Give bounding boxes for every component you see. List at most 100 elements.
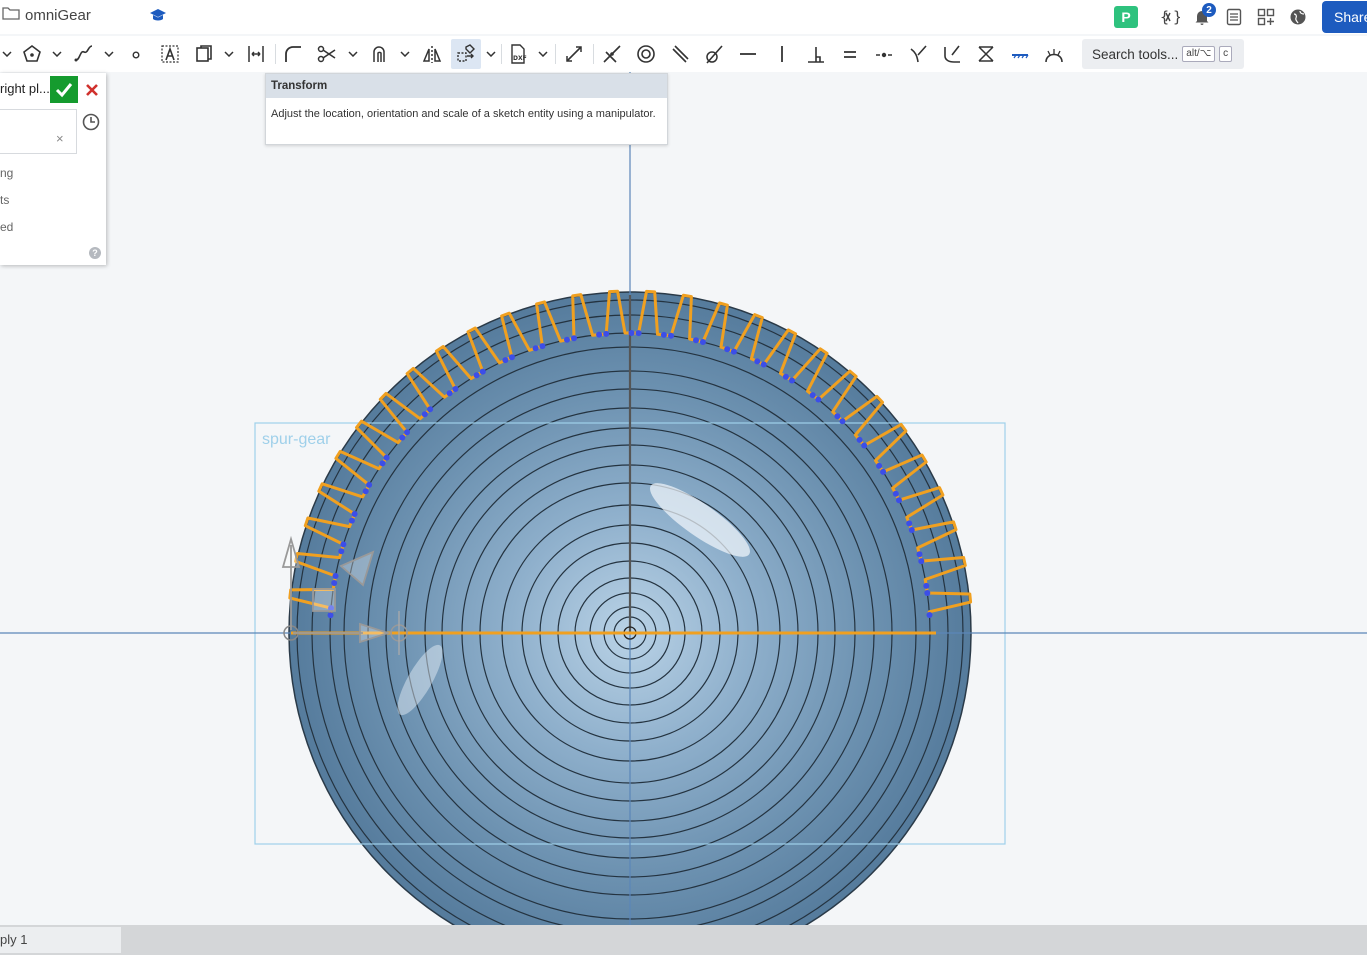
- learning-center-icon[interactable]: [149, 7, 167, 30]
- spline-icon[interactable]: [69, 39, 99, 69]
- toolbar-separator: [555, 44, 556, 64]
- manipulator-scale-handle[interactable]: [312, 588, 336, 612]
- tab-assembly[interactable]: ply 1: [0, 927, 121, 953]
- fillet-icon[interactable]: [278, 39, 308, 69]
- svg-text:}: }: [1173, 8, 1180, 26]
- sketch-point: [571, 335, 577, 342]
- chevron-down-icon[interactable]: [536, 39, 550, 69]
- clear-field-icon[interactable]: ×: [56, 131, 64, 146]
- sketch-point: [479, 368, 486, 375]
- dialog-option[interactable]: ed: [0, 220, 13, 234]
- chevron-down-icon[interactable]: [102, 39, 116, 69]
- chevron-down-icon[interactable]: [398, 39, 412, 69]
- sketch-point: [399, 434, 406, 441]
- sketch-point: [906, 520, 913, 527]
- tangent-icon[interactable]: [699, 39, 729, 69]
- sketch-point: [539, 343, 546, 350]
- horizontal-icon[interactable]: [733, 39, 763, 69]
- sketch-point: [856, 436, 863, 443]
- symmetric-icon[interactable]: [971, 39, 1001, 69]
- notifications-icon[interactable]: 2: [1186, 0, 1218, 34]
- sketch-point: [782, 373, 789, 380]
- sketch-point: [668, 332, 674, 339]
- dialog-option[interactable]: ts: [0, 193, 9, 207]
- search-tools-input[interactable]: Search tools... alt/⌥ c: [1082, 39, 1244, 69]
- sketch-point: [789, 377, 795, 384]
- normal-icon[interactable]: [903, 39, 933, 69]
- sketch-point: [508, 354, 515, 361]
- midpoint-icon[interactable]: [869, 39, 899, 69]
- sketch-plane-field[interactable]: [0, 109, 77, 154]
- sketch-dialog-title: right pl...: [0, 81, 50, 96]
- sketch-point: [730, 348, 737, 355]
- chevron-down-icon[interactable]: [484, 39, 498, 69]
- sketch-point: [815, 396, 822, 403]
- sketch-point: [596, 331, 603, 338]
- cancel-button[interactable]: [81, 76, 103, 103]
- sketch-point: [379, 460, 386, 467]
- construction-icon[interactable]: [559, 39, 589, 69]
- sketch-dialog: right pl... × ng ts ed ?: [0, 73, 106, 265]
- top-bar: omniGear P {} 2 Share: [0, 0, 1367, 34]
- document-title[interactable]: omniGear: [2, 6, 91, 24]
- confirm-button[interactable]: [50, 76, 78, 103]
- svg-text:DXF: DXF: [513, 55, 527, 62]
- polygon-icon[interactable]: [17, 39, 47, 69]
- point-icon[interactable]: [121, 39, 151, 69]
- help-globe-icon[interactable]: [1282, 0, 1314, 34]
- curvature-icon[interactable]: [1039, 39, 1069, 69]
- sketch-point: [628, 330, 635, 336]
- sketch-point: [916, 551, 923, 558]
- tooltip-description: Adjust the location, orientation and sca…: [271, 108, 656, 120]
- parallel-icon[interactable]: [665, 39, 695, 69]
- sketch-point: [924, 590, 931, 596]
- coincident-icon[interactable]: [597, 39, 627, 69]
- equal-icon[interactable]: [835, 39, 865, 69]
- concentric-icon[interactable]: [631, 39, 661, 69]
- sketch-point: [809, 392, 816, 399]
- offset-icon[interactable]: [365, 39, 395, 69]
- sketch-point: [348, 517, 355, 524]
- share-button[interactable]: Share: [1322, 1, 1367, 33]
- sketch-point: [896, 497, 902, 504]
- sketch-point: [760, 361, 767, 368]
- mirror-icon[interactable]: [417, 39, 447, 69]
- transform-icon[interactable]: [451, 39, 481, 69]
- trim-icon[interactable]: [312, 39, 342, 69]
- sketch-point: [839, 418, 846, 425]
- sketch-point: [834, 413, 841, 420]
- sketch-point: [699, 339, 706, 345]
- sketch-toolbar: DXF Search tools... alt/⌥ c: [0, 36, 1367, 73]
- text-icon[interactable]: [155, 39, 185, 69]
- toolbar-separator: [275, 44, 276, 64]
- sketch-point: [404, 429, 410, 436]
- variables-icon[interactable]: {}: [1154, 0, 1186, 34]
- sketch-point: [532, 345, 539, 352]
- history-icon[interactable]: [81, 112, 101, 137]
- sketch-point: [452, 386, 459, 392]
- perpendicular-icon[interactable]: [801, 39, 831, 69]
- dxf-import-icon[interactable]: DXF: [503, 39, 533, 69]
- sketch-point: [446, 390, 453, 397]
- sketch-point: [327, 612, 334, 619]
- dialog-option[interactable]: ng: [0, 166, 13, 180]
- user-badge[interactable]: P: [1114, 6, 1138, 28]
- chevron-down-icon[interactable]: [0, 39, 14, 69]
- spur-gear-label: spur-gear: [262, 431, 331, 448]
- sketch-point: [383, 454, 390, 461]
- chevron-down-icon[interactable]: [222, 39, 236, 69]
- checklist-icon[interactable]: [1218, 0, 1250, 34]
- graphics-viewport[interactable]: spur-gear: [0, 72, 1367, 925]
- use-icon[interactable]: [189, 39, 219, 69]
- sketch-point: [421, 411, 428, 418]
- app-store-icon[interactable]: [1250, 0, 1282, 34]
- vertical-icon[interactable]: [767, 39, 797, 69]
- help-icon[interactable]: ?: [89, 247, 101, 259]
- dimension-icon[interactable]: [241, 39, 271, 69]
- document-title-text: omniGear: [25, 6, 91, 24]
- chevron-down-icon[interactable]: [346, 39, 360, 69]
- fix-icon[interactable]: [1005, 39, 1035, 69]
- pierce-icon[interactable]: [937, 39, 967, 69]
- search-tools-label: Search tools...: [1092, 46, 1179, 62]
- chevron-down-icon[interactable]: [50, 39, 64, 69]
